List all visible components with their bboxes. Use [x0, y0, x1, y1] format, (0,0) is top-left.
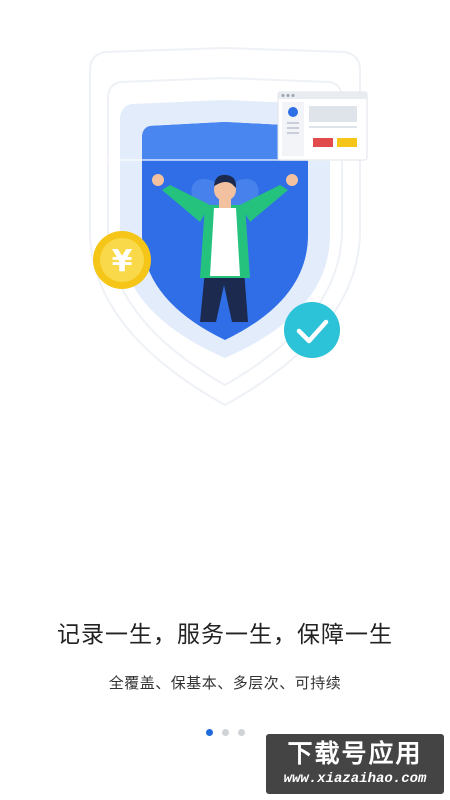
page-dot-1-active[interactable]: [205, 729, 213, 736]
onboarding-illustration: ¥: [89, 46, 368, 407]
onboarding-subline: 全覆盖、保基本、多层次、可持续: [108, 674, 342, 692]
coin-symbol: ¥: [112, 244, 133, 279]
onboarding-headline: 记录一生，服务一生，保障一生: [57, 622, 393, 648]
site-watermark: 下载号应用 www.xiazaihao.com: [266, 734, 444, 794]
page-dot-3[interactable]: [237, 729, 245, 736]
page-dot-2[interactable]: [221, 729, 229, 736]
watermark-url: www.xiazaihao.com: [283, 771, 427, 787]
watermark-title: 下载号应用: [287, 740, 423, 768]
checkmark-icon: [284, 302, 340, 358]
document-icon: [277, 91, 368, 161]
yuan-coin-icon: ¥: [93, 231, 151, 289]
